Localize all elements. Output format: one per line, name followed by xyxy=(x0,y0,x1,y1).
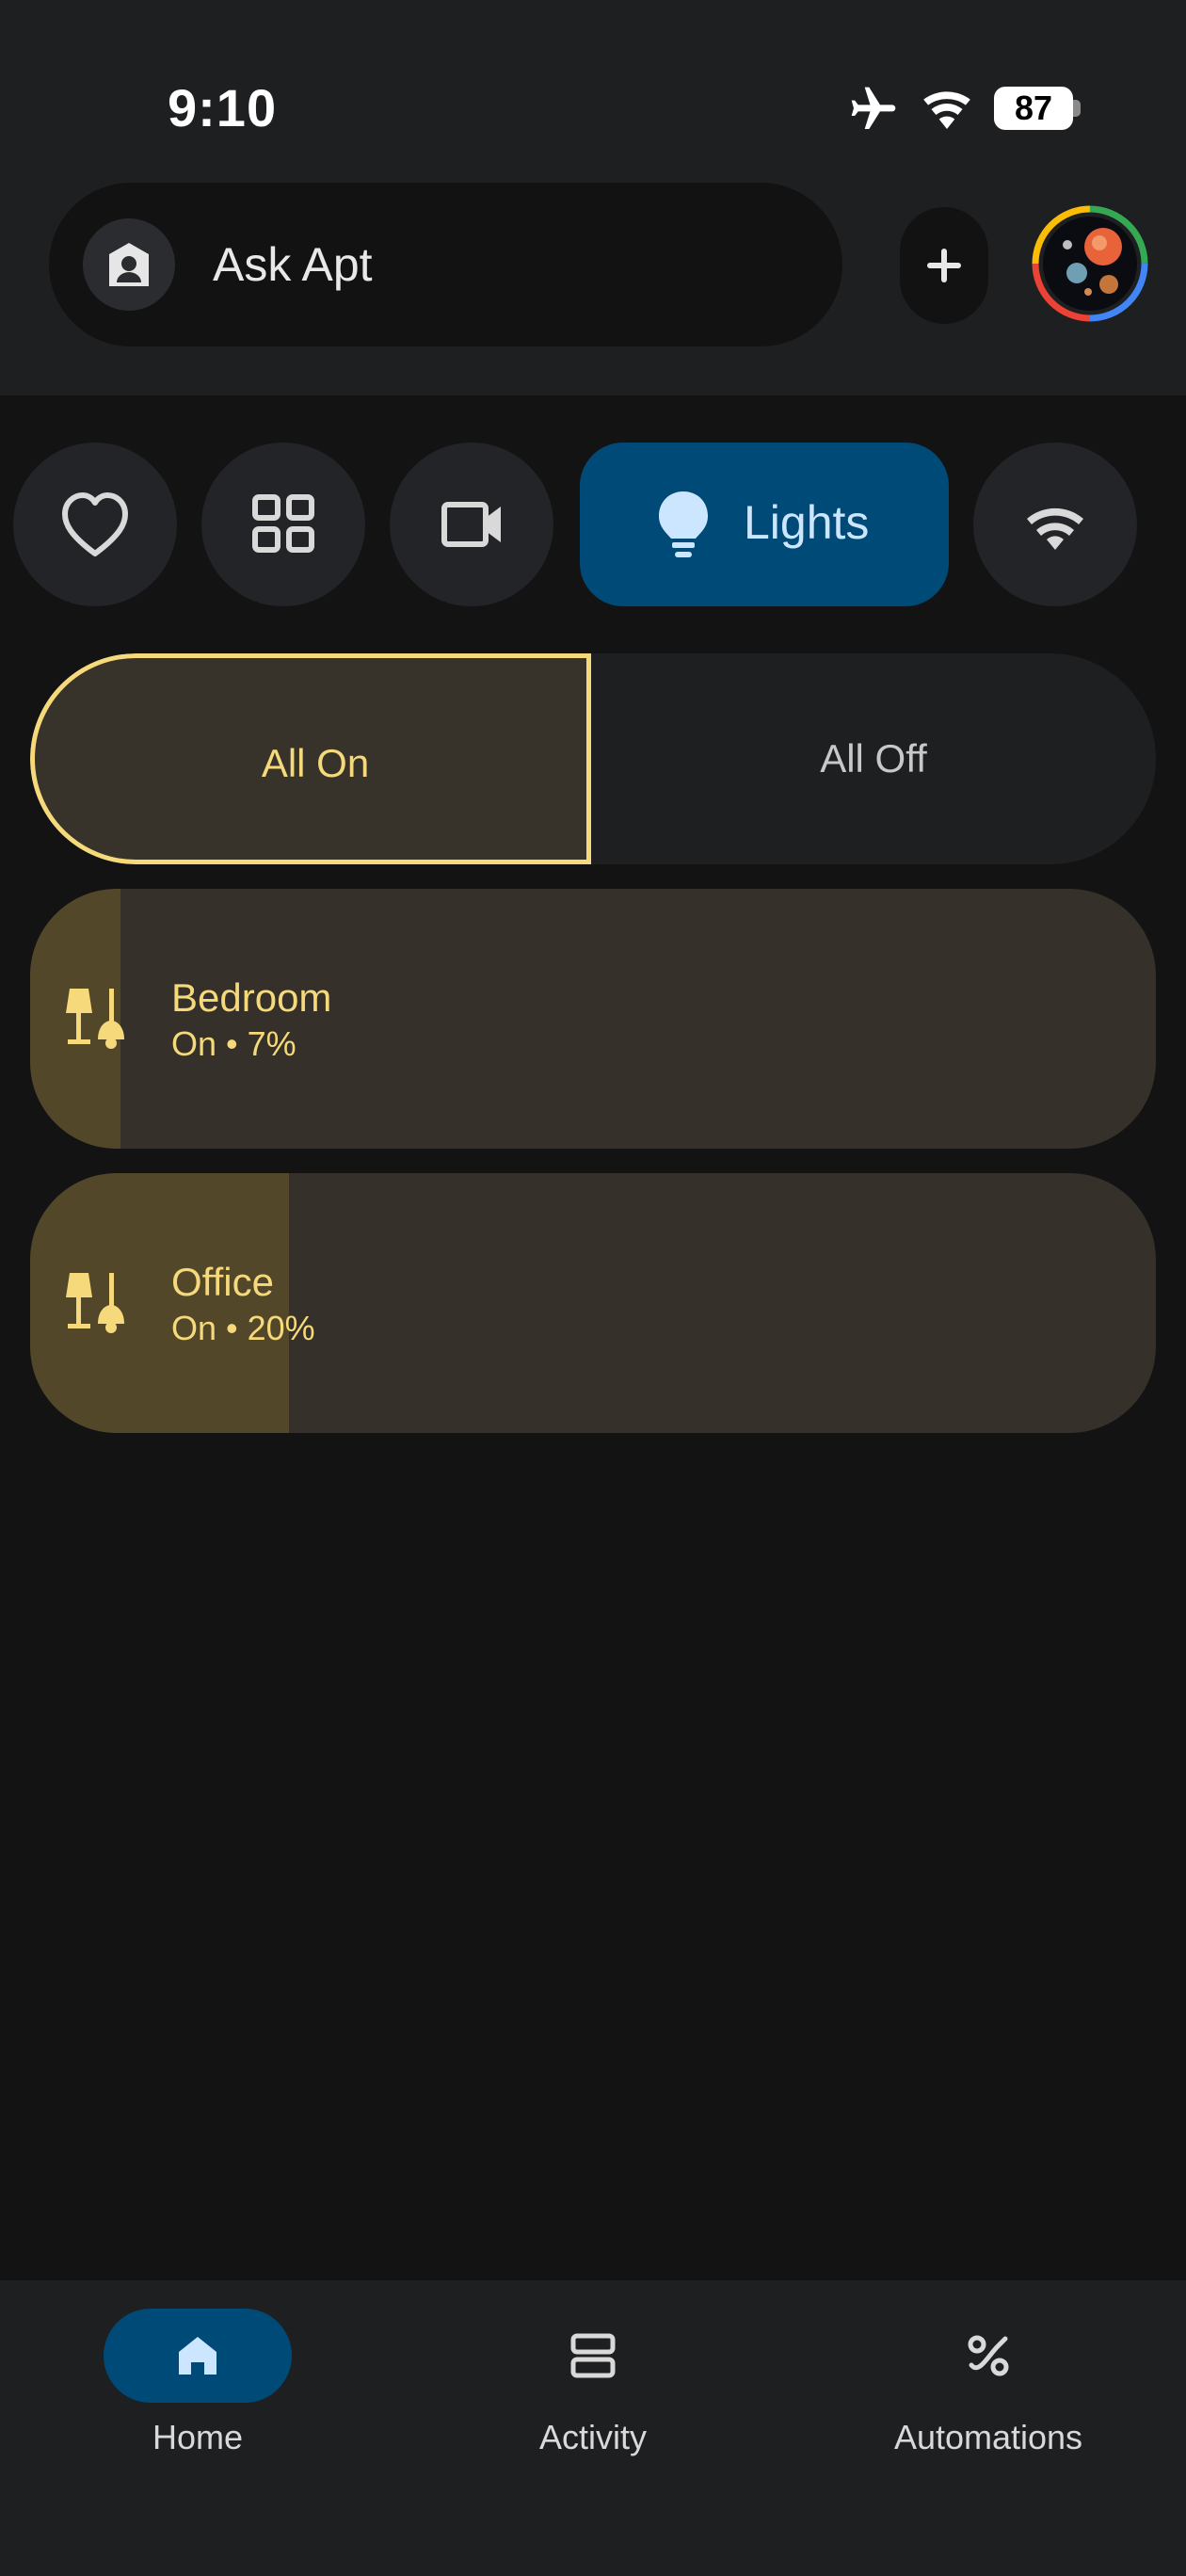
nav-item-home[interactable]: Home xyxy=(0,2280,395,2487)
all-on-label: All On xyxy=(261,741,370,785)
activity-icon xyxy=(570,2333,616,2378)
nav-item-automations[interactable]: Automations xyxy=(791,2280,1186,2487)
lights-chip-label[interactable]: Lights xyxy=(744,495,869,550)
automations-icon xyxy=(968,2335,1009,2376)
room-tile-office[interactable]: Office On • 20% xyxy=(30,1173,1156,1433)
room-name: Office xyxy=(171,1260,274,1304)
lamp-icon xyxy=(66,1273,124,1333)
profile-avatar-image xyxy=(1032,205,1148,322)
home-icon xyxy=(179,2337,216,2375)
nav-label-activity: Activity xyxy=(538,2418,647,2456)
heart-icon xyxy=(62,492,128,556)
nav-label-automations: Automations xyxy=(893,2418,1083,2456)
home-person-icon xyxy=(83,218,175,311)
video-camera-icon xyxy=(441,502,501,547)
bottom-navigation: Home Activity Automations xyxy=(0,2280,1186,2576)
status-bar-time: 9:10 xyxy=(168,78,278,137)
lamp-icon xyxy=(66,989,124,1049)
room-name: Bedroom xyxy=(171,975,332,1020)
wifi-status-icon xyxy=(923,91,970,129)
battery-tip xyxy=(1073,100,1081,117)
battery-level-text: 87 xyxy=(1014,89,1053,127)
nav-item-activity[interactable]: Activity xyxy=(395,2280,791,2487)
all-lights-toggle: All On All Off xyxy=(30,653,1156,864)
all-off-label: All Off xyxy=(820,736,927,781)
lightbulb-icon xyxy=(659,491,708,557)
wifi-chip[interactable] xyxy=(973,443,1137,606)
room-status: On • 7% xyxy=(171,1024,296,1063)
battery-indicator: 87 xyxy=(994,87,1081,130)
home-person-glyph xyxy=(109,243,149,286)
airplane-mode-icon xyxy=(851,87,896,129)
wifi-icon xyxy=(1027,507,1083,550)
profile-avatar[interactable] xyxy=(1032,205,1148,322)
dashboard-chip[interactable] xyxy=(201,443,365,606)
plus-icon xyxy=(927,249,961,282)
room-tile-bedroom[interactable]: Bedroom On • 7% xyxy=(30,889,1156,1149)
favorites-chip[interactable] xyxy=(13,443,177,606)
grid-icon xyxy=(252,494,314,553)
room-status: On • 20% xyxy=(171,1309,315,1347)
cameras-chip[interactable] xyxy=(390,443,553,606)
search-label[interactable]: Ask Apt xyxy=(213,237,373,292)
add-button[interactable] xyxy=(900,207,988,324)
all-on-button[interactable]: All On xyxy=(30,653,591,864)
all-off-button[interactable]: All Off xyxy=(591,653,1156,864)
nav-label-home: Home xyxy=(152,2418,244,2456)
